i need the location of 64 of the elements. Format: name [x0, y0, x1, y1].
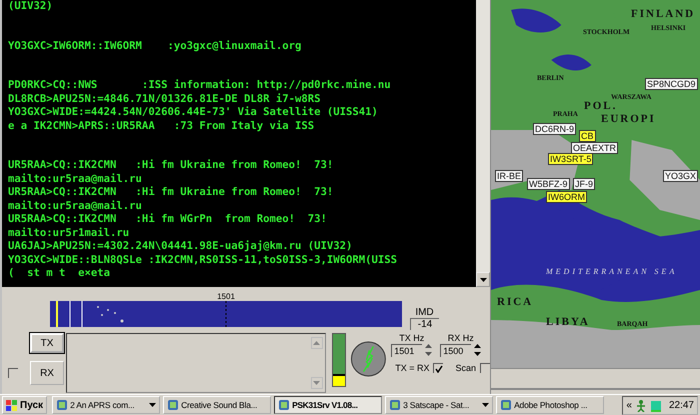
terminal-line: ( st m t e×eta	[8, 267, 112, 280]
app-icon	[500, 399, 512, 412]
app-icon	[167, 399, 180, 412]
app-icon	[56, 399, 68, 412]
map-place-label: EUROPI	[601, 113, 656, 125]
station-label[interactable]: CB	[579, 130, 596, 142]
tx-equals-rx-label: TX = RX	[395, 363, 430, 373]
terminal-line: YO3GXC>IW6ORM::IW6ORM :yo3gxc@linuxmail.org	[8, 40, 302, 53]
terminal-line: mailto:ur5raa@mail.ru	[8, 200, 143, 213]
terminal-line: YO3GXC>WIDE:=4424.54N/02606.44E-73' Via Satellite (UISS41)	[8, 106, 379, 120]
tx-hz-field[interactable]: 1501	[391, 344, 422, 356]
tx-button[interactable]: TX	[30, 333, 64, 353]
terminal-line: UR5RAA>CQ::IK2CMN :Hi fm WGrPn from Romeo! 73!	[8, 213, 328, 226]
station-label[interactable]: DC6RN-9	[533, 123, 576, 135]
tx-equals-rx-checkbox[interactable]	[433, 363, 444, 373]
map-place-label: LIBYA	[546, 316, 590, 328]
start-button[interactable]: Пуск	[2, 396, 48, 414]
imd-value: -14	[410, 318, 439, 330]
windows-logo-icon	[6, 400, 18, 411]
taskbar-item[interactable]: Creative Sound Bla...	[163, 396, 272, 414]
terminal-line: e a IK2CMN>APRS::UR5RAA :73 From Italy via ISS	[8, 120, 316, 133]
station-label[interactable]: YO3GX	[663, 170, 698, 182]
station-label[interactable]: W5BFZ-9	[527, 178, 570, 190]
map-place-label: MEDITERRANEAN SEA	[546, 267, 678, 276]
station-label[interactable]: JF-9	[573, 178, 595, 190]
person-icon[interactable]	[634, 398, 647, 412]
map-place-label: FINLAND	[631, 8, 696, 20]
taskbar-item[interactable]: 3 Satscape - Sat...	[385, 396, 494, 414]
rx-hz-label: RX Hz	[448, 333, 474, 343]
clock: 22:47	[668, 400, 694, 411]
terminal-line: mailto:ur5raa@mail.ru	[8, 172, 143, 186]
spinner-arrows-icon[interactable]	[474, 343, 482, 357]
tx-hz-label: TX Hz	[399, 333, 424, 343]
rx-button[interactable]: RX	[30, 361, 64, 385]
caret-icon	[149, 403, 156, 408]
terminal-line: UR5RAA>CQ::IK2CMN :Hi fm Ukraine from Romeo! 73!	[8, 186, 334, 200]
imd-label: IMD	[415, 307, 434, 318]
terminal-line: mailto:ur5r1mail.ru	[8, 226, 130, 240]
frequency-label: 1501	[217, 292, 235, 301]
terminal-line: UR5RAA>CQ::IK2CMN :Hi fm Ukraine from Romeo! 73!	[8, 159, 334, 172]
taskbar-item[interactable]: PSK31Srv V1.08...	[274, 396, 382, 414]
taskbar-item[interactable]: 2 An APRS com...	[52, 396, 160, 414]
scan-label: Scan	[455, 363, 476, 373]
taskbar-item[interactable]: Adobe Photoshop ...	[496, 396, 604, 414]
terminal-line: DL8RCB>APU25N:=4846.71N/01326.81E-DE DL8R i7-w8RS	[8, 92, 322, 106]
station-label[interactable]: IR-BE	[495, 170, 524, 182]
map-place-label: RICA	[497, 296, 534, 308]
terminal-line: (UIV32)	[8, 0, 54, 14]
terminal-line: YO3GXC>WIDE::BLN8QSLe :IK2CMN,RS0ISS-11,toS0ISS-3,IW6ORM(UISS	[8, 254, 398, 267]
app-icon	[278, 399, 290, 412]
scrollbar[interactable]	[476, 0, 490, 287]
station-label[interactable]: SP8NCGD9	[645, 78, 698, 90]
station-label[interactable]: IW3SRT-5	[548, 153, 594, 165]
station-label[interactable]: IW6ORM	[546, 191, 587, 203]
station-label[interactable]: OEAEXTR	[571, 142, 618, 154]
caret-icon	[482, 403, 490, 408]
terminal-line: PD0RKC>CQ::NWS :ISS information: http://pd0rkc.mine.nu	[8, 79, 392, 92]
rx-hz-field[interactable]: 1500	[440, 344, 472, 356]
terminal-line: UA6JAJ>APU25N:=4302.24N\04441.98E-ua6jaj@km.ru (UIV32)	[8, 240, 354, 254]
tray-expand-button[interactable]: «	[626, 400, 632, 411]
app-icon	[389, 399, 402, 412]
scan-checkbox[interactable]	[480, 363, 490, 373]
map-place-label: POL.	[584, 100, 618, 112]
phase-scope-icon	[350, 340, 388, 378]
